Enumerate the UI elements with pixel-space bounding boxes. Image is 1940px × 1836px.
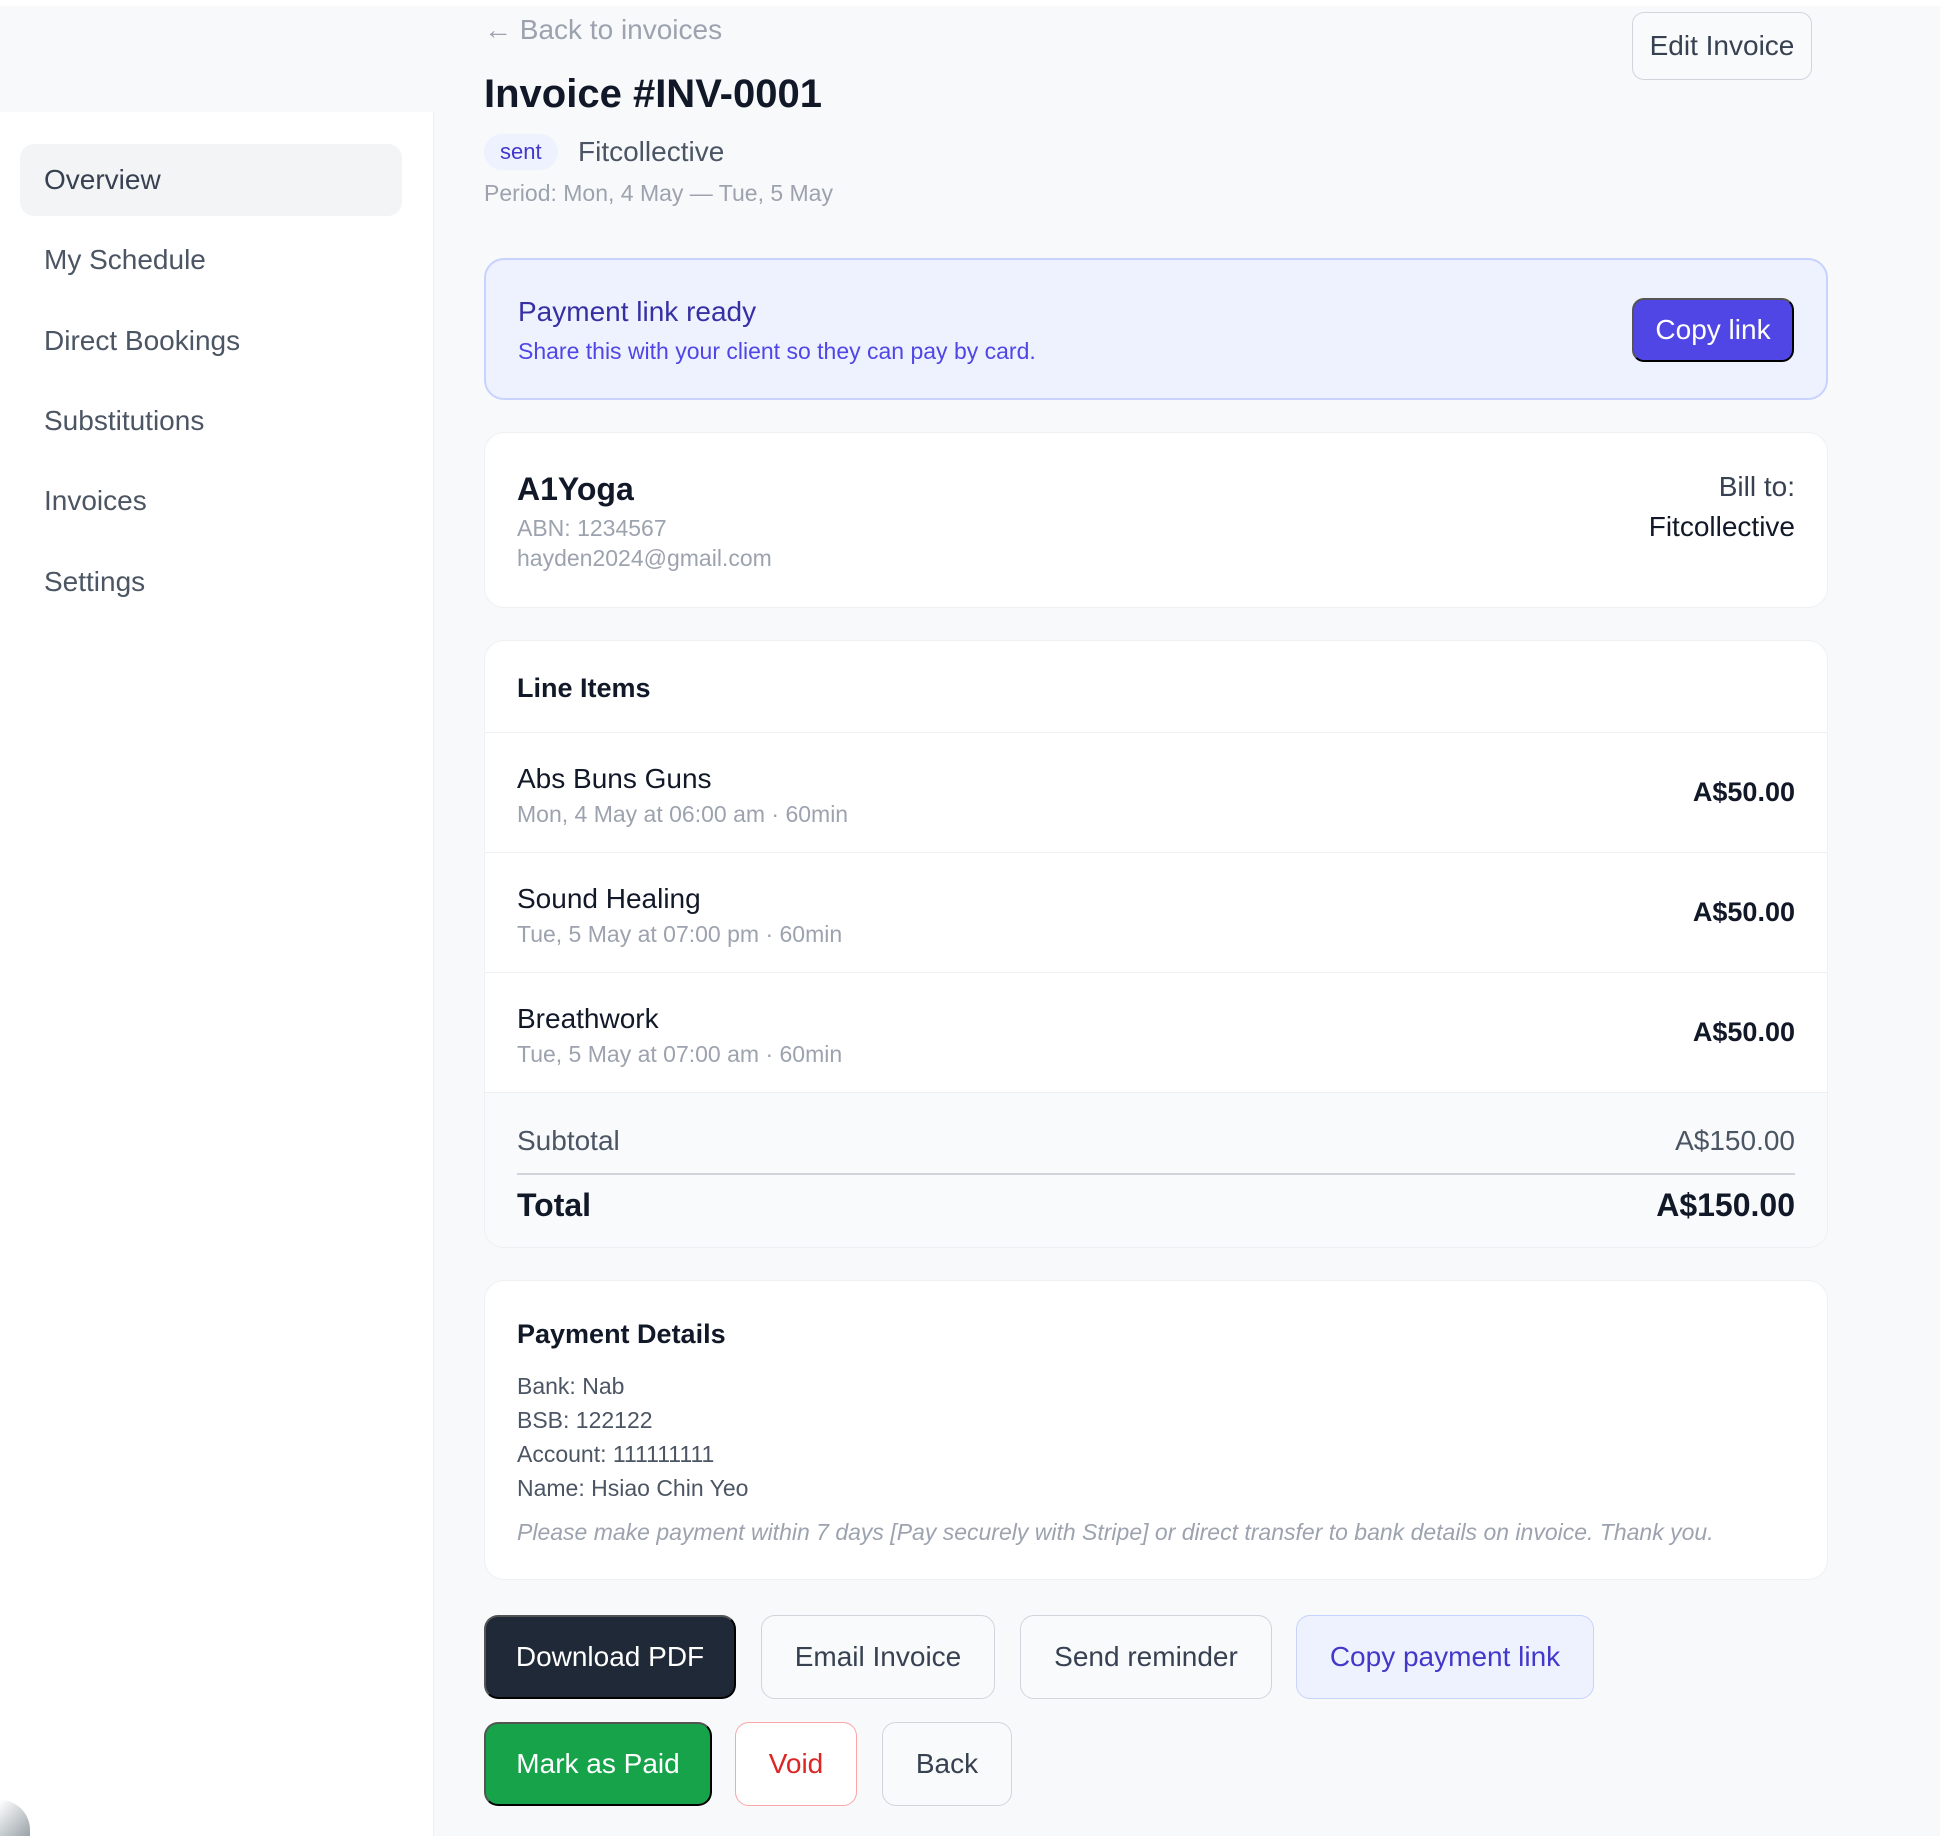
invoice-period: Period: Mon, 4 May — Tue, 5 May [484,180,833,206]
item-name: Breathwork [517,1003,659,1034]
back-to-invoices-link[interactable]: ← Back to invoices [484,14,722,46]
total-label: Total [517,1187,592,1223]
payment-link-banner: Payment link ready Share this with your … [484,258,1828,400]
business-name: A1Yoga [517,471,634,507]
payment-note: Please make payment within 7 days [Pay s… [517,1519,1714,1545]
sidebar-item-my-schedule[interactable]: My Schedule [20,224,402,296]
line-items-card: Line Items Abs Buns Guns Mon, 4 May at 0… [484,640,1828,1248]
send-reminder-button[interactable]: Send reminder [1020,1615,1272,1699]
line-items-title: Line Items [517,673,651,703]
mark-as-paid-button[interactable]: Mark as Paid [484,1722,712,1806]
sidebar-item-substitutions[interactable]: Substitutions [20,385,402,457]
status-badge: sent [484,134,558,170]
sidebar-item-settings[interactable]: Settings [20,546,402,618]
totals-section: Subtotal A$150.00 Total A$150.00 [485,1093,1827,1247]
bank-name: Bank: Nab [517,1373,625,1399]
subtotal-label: Subtotal [517,1125,620,1156]
list-item: Sound Healing Tue, 5 May at 07:00 pm · 6… [485,853,1827,973]
copy-link-button[interactable]: Copy link [1632,298,1794,362]
bill-to-label: Bill to: [1718,471,1795,502]
payment-details-title: Payment Details [517,1319,726,1349]
totals-divider [517,1173,1795,1175]
item-meta: Tue, 5 May at 07:00 pm · 60min [517,921,843,947]
subtotal-value: A$150.00 [1675,1125,1795,1156]
copy-payment-link-button[interactable]: Copy payment link [1296,1615,1594,1699]
list-item: Breathwork Tue, 5 May at 07:00 am · 60mi… [485,973,1827,1093]
total-value: A$150.00 [1656,1187,1795,1223]
sidebar-item-direct-bookings[interactable]: Direct Bookings [20,305,402,377]
account-name: Name: Hsiao Chin Yeo [517,1475,749,1501]
item-amount: A$50.00 [1692,897,1795,927]
download-pdf-button[interactable]: Download PDF [484,1615,736,1699]
list-item: Abs Buns Guns Mon, 4 May at 06:00 am · 6… [485,733,1827,853]
back-button[interactable]: Back [882,1722,1012,1806]
void-button[interactable]: Void [735,1722,857,1806]
business-abn: ABN: 1234567 [517,515,667,541]
line-items-header: Line Items [485,641,1827,733]
sidebar-item-invoices[interactable]: Invoices [20,465,402,537]
business-card: A1Yoga ABN: 1234567 hayden2024@gmail.com… [484,432,1828,608]
item-meta: Mon, 4 May at 06:00 am · 60min [517,801,849,827]
banner-title: Payment link ready [518,296,757,327]
item-amount: A$50.00 [1692,777,1795,807]
bill-to-name: Fitcollective [1648,511,1795,542]
item-amount: A$50.00 [1692,1017,1795,1047]
top-strip [0,0,1940,6]
account-number: Account: 111111111 [517,1441,715,1467]
edit-invoice-button[interactable]: Edit Invoice [1632,12,1812,80]
email-invoice-button[interactable]: Email Invoice [761,1615,995,1699]
item-name: Sound Healing [517,883,701,914]
sidebar: Overview My Schedule Direct Bookings Sub… [0,112,434,1836]
bsb-number: BSB: 122122 [517,1407,653,1433]
banner-subtitle: Share this with your client so they can … [518,338,1036,364]
page-title: Invoice #INV-0001 [484,72,822,116]
business-email: hayden2024@gmail.com [517,545,772,571]
payment-details-card: Payment Details Bank: Nab BSB: 122122 Ac… [484,1280,1828,1580]
item-name: Abs Buns Guns [517,763,712,794]
client-name: Fitcollective [578,136,725,167]
item-meta: Tue, 5 May at 07:00 am · 60min [517,1041,843,1067]
sidebar-item-overview[interactable]: Overview [20,144,402,216]
